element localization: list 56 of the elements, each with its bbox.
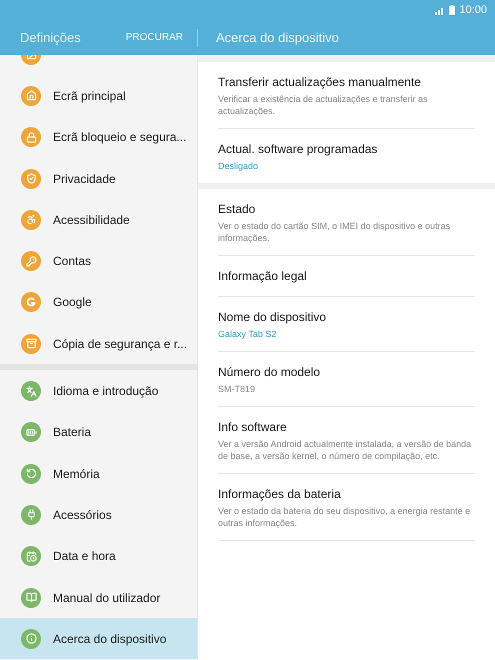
item-title: Transferir actualizações manualmente (218, 74, 422, 91)
item-summary: Desligado (218, 160, 260, 172)
sidebar-item[interactable]: Acessórios (0, 494, 197, 536)
item-title: Informação legal (218, 268, 308, 285)
settings-item[interactable]: Transferir actualizações manualmente Verificar a existência de actualizações e transferir as actualizações. (218, 62, 475, 129)
sidebar-item-label: Ecrã bloqueio e segura... (53, 129, 186, 146)
settings-item[interactable]: Nome do dispositivo Galaxy Tab S2 (218, 297, 475, 352)
sidebar-item-label: Contas (53, 253, 92, 270)
sidebar-item-label: Memória (53, 466, 100, 483)
sidebar-item[interactable]: Acerca do dispositivo (0, 618, 197, 660)
sidebar-item[interactable]: Data e hora (0, 536, 197, 577)
sidebar-item[interactable]: Idioma e introdução (0, 370, 197, 412)
settings-item[interactable]: Informações da bateria Ver o estado da bateria do seu dispositivo, a energia restante e outras informações. (218, 474, 475, 541)
signal-icon (435, 6, 446, 14)
item-summary: Ver o estado do cartão SIM, o IMEI do dispositivo e outras informações. (218, 220, 452, 244)
settings-item[interactable]: Info software Ver a versão Android actualmente instalada, a versão de banda de base, a versão kernel, o número de compilação, etc. (218, 407, 475, 474)
item-summary: Galaxy Tab S2 (218, 328, 278, 340)
sidebar-item[interactable]: Bateria (0, 412, 197, 453)
sidebar-item[interactable]: Memória (0, 452, 197, 494)
sidebar-item-label: Acessórios (53, 506, 112, 524)
item-summary: Ver a versão Android actualmente instalada, a versão de banda de base, a versão kernel, o número de compilação, etc. (218, 438, 472, 462)
settings-item[interactable]: Estado Ver o estado do cartão SIM, o IMEI do dispositivo e outras informações. (218, 189, 475, 256)
sidebar-item[interactable]: Contas (0, 240, 197, 282)
item-title: Estado (218, 201, 256, 218)
settings-item[interactable]: Número do modelo SM-T819 (218, 352, 475, 407)
item-summary: Ver o estado da bateria do seu dispositivo, a energia restante e outras informações. (218, 505, 472, 529)
sidebar-item-label: Idioma e introdução (53, 383, 158, 400)
item-title: Info software (218, 419, 288, 436)
sidebar-item[interactable]: Google (0, 282, 197, 324)
clock-time: 10:00 (459, 2, 487, 18)
sidebar-item-label: Google (53, 294, 92, 312)
item-title: Nome do dispositivo (218, 309, 328, 326)
sidebar-item-label: Privacidade (53, 170, 116, 188)
sidebar-item-label: Bateria (53, 424, 92, 442)
detail-title: Acerca do dispositivo (215, 28, 339, 47)
sidebar-item[interactable]: Ecrã principal (0, 75, 197, 117)
settings-item[interactable]: Actual. software programadas Desligado (218, 129, 475, 183)
sidebar-item-label: Acessibilidade (53, 212, 130, 229)
settings-item[interactable]: Informação legal (218, 256, 475, 297)
sidebar-item-label: Ecrã principal (53, 88, 126, 105)
item-title: Informações da bateria (218, 486, 342, 503)
sidebar-item-label: Manual do utilizador (53, 590, 160, 606)
sidebar-item[interactable]: Cópia de segurança e r... (0, 323, 197, 364)
sidebar-item[interactable]: Manual do utilizador (0, 576, 197, 618)
item-title: Actual. software programadas (218, 141, 378, 158)
sidebar-item[interactable]: Ecrã bloqueio e segura... (0, 116, 197, 158)
sidebar-item-label: Acerca do dispositivo (53, 630, 166, 648)
sidebar-item[interactable]: Acessibilidade (0, 199, 197, 240)
screen-title: Definições (20, 28, 81, 47)
item-summary: SM-T819 (218, 383, 256, 395)
battery-icon (449, 5, 456, 15)
item-title: Número do modelo (218, 364, 322, 381)
item-summary: Verificar a existência de actualizações e transferir as actualizações. (218, 93, 429, 117)
sidebar-item-label: Cópia de segurança e r... (53, 336, 188, 353)
sidebar-item[interactable]: Privacidade (0, 158, 197, 200)
sidebar-item-label: Data e hora (53, 548, 116, 566)
